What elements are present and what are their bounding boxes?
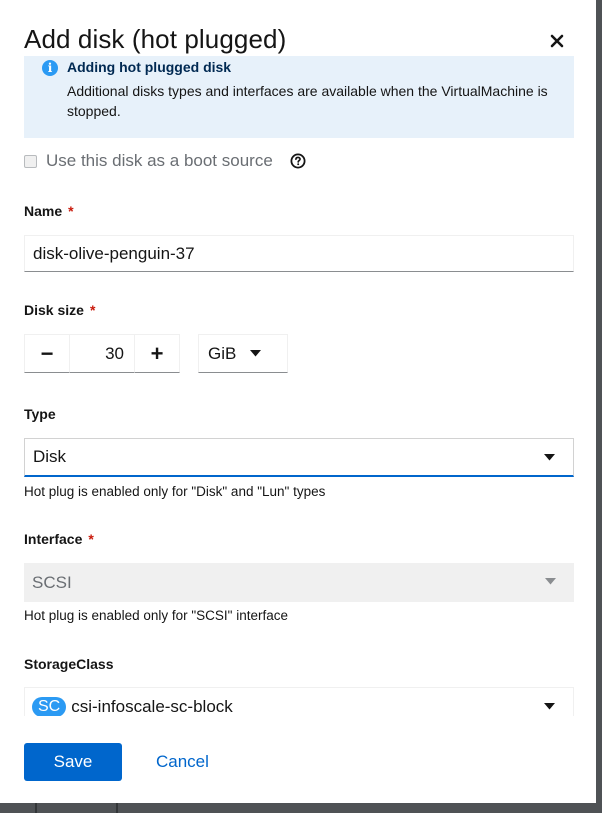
info-alert: i Adding hot plugged disk Additional dis… <box>24 56 574 138</box>
save-button[interactable]: Save <box>24 743 122 781</box>
help-icon <box>290 153 306 169</box>
caret-down-icon <box>544 454 555 461</box>
interface-helper-text: Hot plug is enabled only for "SCSI" inte… <box>24 608 288 623</box>
caret-down-icon <box>250 350 262 357</box>
required-mark: * <box>88 531 94 547</box>
increment-button[interactable]: + <box>134 334 180 373</box>
type-helper-text: Hot plug is enabled only for "Disk" and … <box>24 484 326 499</box>
storage-class-value: csi-infoscale-sc-block <box>71 696 233 716</box>
interface-label-text: Interface <box>24 531 83 547</box>
name-label-text: Name <box>24 203 63 219</box>
caret-down-icon <box>545 578 556 585</box>
info-icon: i <box>42 60 58 76</box>
disk-size-unit-select[interactable]: GiB <box>198 334 288 373</box>
boot-source-label: Use this disk as a boot source <box>46 151 273 170</box>
type-select[interactable]: Disk <box>24 438 574 477</box>
type-select-value: Disk <box>33 447 67 466</box>
type-label: Type <box>24 406 56 422</box>
name-input-value: disk-olive-penguin-37 <box>33 243 195 263</box>
cancel-button[interactable]: Cancel <box>156 752 209 772</box>
close-button[interactable] <box>546 30 568 52</box>
add-disk-modal: Add disk (hot plugged) i Adding hot plug… <box>0 0 596 803</box>
background-page-edge <box>35 803 118 813</box>
scroll-fade <box>24 716 576 728</box>
interface-label: Interface * <box>24 531 94 547</box>
disk-size-input[interactable]: 30 <box>70 334 134 373</box>
disk-size-stepper: − 30 + <box>24 334 180 373</box>
help-button[interactable] <box>290 153 306 169</box>
name-label: Name * <box>24 203 74 219</box>
required-mark: * <box>89 302 96 318</box>
alert-title: Adding hot plugged disk <box>67 59 232 75</box>
storage-class-label-text: StorageClass <box>24 656 114 672</box>
caret-down-icon <box>544 703 555 710</box>
close-icon <box>550 34 564 48</box>
disk-size-label-text: Disk size <box>24 302 84 318</box>
alert-body: Additional disks types and interfaces ar… <box>67 83 548 119</box>
storage-class-badge: SC <box>32 696 67 717</box>
required-mark: * <box>68 203 74 219</box>
disk-size-unit-value: GiB <box>208 343 237 363</box>
decrement-button[interactable]: − <box>24 334 70 373</box>
boot-source-checkbox[interactable] <box>24 154 37 168</box>
storage-class-label: StorageClass <box>24 656 113 672</box>
boot-source-row: Use this disk as a boot source <box>24 151 306 171</box>
interface-select: SCSI <box>24 563 574 602</box>
modal-title: Add disk (hot plugged) <box>24 24 287 54</box>
type-label-text: Type <box>24 406 56 422</box>
disk-size-label: Disk size * <box>24 302 95 318</box>
interface-select-value: SCSI <box>32 572 72 592</box>
name-input[interactable]: disk-olive-penguin-37 <box>24 235 574 272</box>
